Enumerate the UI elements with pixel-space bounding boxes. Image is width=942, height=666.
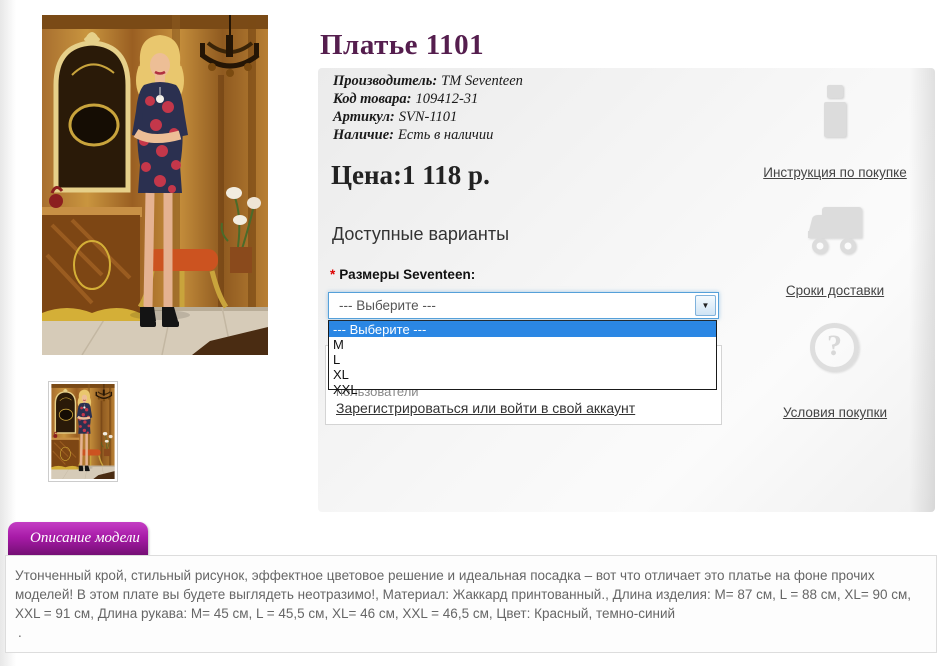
size-select[interactable]: --- Выберите ---	[328, 292, 719, 319]
delivery-terms-link[interactable]: Сроки доставки	[735, 283, 935, 298]
product-page: Платье 1101 Производитель: TM Seventeen К…	[0, 0, 942, 666]
size-option-xl[interactable]: XL	[329, 367, 716, 382]
size-select-value: --- Выберите ---	[339, 298, 436, 313]
truck-icon	[806, 205, 864, 257]
register-login-link[interactable]: Зарегистрироваться или войти в свой акка…	[336, 400, 635, 416]
tab-description[interactable]: Описание модели	[8, 522, 148, 555]
product-photo-thumbnail[interactable]	[48, 381, 118, 482]
size-option-placeholder[interactable]: --- Выберите ---	[329, 321, 716, 337]
product-meta: Производитель: TM Seventeen Код товара: 10…	[333, 72, 523, 144]
info-icon	[818, 85, 852, 137]
chevron-down-icon[interactable]	[695, 295, 716, 316]
meta-availability: Наличие: Есть в наличии	[333, 127, 494, 143]
product-price: Цена:1 118 р.	[331, 160, 490, 190]
size-select-options: --- Выберите --- M L XL XXL	[328, 320, 717, 397]
meta-manufacturer: Производитель: TM Seventeen	[333, 73, 523, 89]
size-option-label: * Размеры Seventeen:	[330, 267, 476, 282]
meta-product-code: Код товара: 109412-31	[333, 91, 479, 107]
question-icon	[810, 323, 859, 372]
page-title: Платье 1101	[320, 29, 485, 62]
variants-heading: Доступные варианты	[332, 224, 510, 244]
meta-sku: Артикул: SVN-1101	[333, 109, 458, 125]
purchase-instruction-link[interactable]: Инструкция по покупке	[735, 165, 935, 180]
purchase-conditions-link[interactable]: Условия покупки	[735, 405, 935, 420]
product-photo-main[interactable]	[42, 15, 268, 355]
size-option-xxl[interactable]: XXL	[329, 382, 716, 397]
required-mark: *	[330, 267, 336, 282]
description-text-tail: .	[18, 625, 22, 640]
description-text: Утонченный крой, стильный рисунок, эффек…	[15, 568, 912, 621]
size-option-l[interactable]: L	[329, 352, 716, 367]
description-box: Утонченный крой, стильный рисунок, эффек…	[5, 555, 937, 653]
size-option-m[interactable]: M	[329, 337, 716, 352]
